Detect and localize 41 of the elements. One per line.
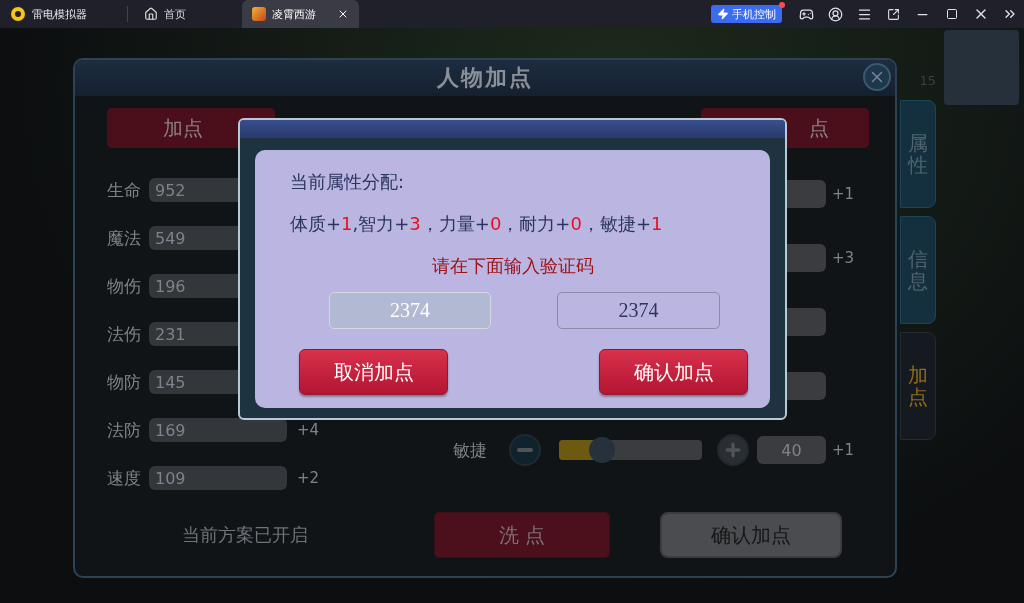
slider-thumb[interactable] [588,437,615,463]
captcha-prompt: 请在下面输入验证码 [431,254,594,278]
allocation-text: 体质+1,智力+3，力量+0，耐力+0，敏捷+1 [290,212,664,236]
close-icon[interactable] [337,8,349,20]
stat-label: 法伤 [107,322,141,346]
stat-bonus: +2 [297,469,320,487]
panel-title: 人物加点 [437,64,533,92]
game-icon [252,7,266,21]
scheme-status: 当前方案已开启 [182,523,309,547]
attribute-bonus: +1 [832,441,855,459]
slider-track[interactable] [559,440,702,460]
stat-label: 物防 [107,370,141,394]
captcha-code: 2374 [329,292,491,329]
reset-points-button[interactable]: 洗 点 [434,512,610,558]
app-name: 雷电模拟器 [32,6,87,22]
attribute-bonus: +1 [832,185,855,203]
stat-label: 生命 [107,178,141,202]
app-logo-icon [10,6,26,22]
phone-control-button[interactable]: 手机控制 [711,5,782,23]
minus-icon [517,448,533,452]
attribute-bonus: +3 [832,249,855,267]
side-tab[interactable]: 加点 [900,332,936,440]
stat-field: 109 [149,466,287,490]
emulator-tab[interactable]: 凌霄西游 [242,0,359,28]
home-icon [144,7,158,21]
allocation-heading: 当前属性分配: [290,170,406,194]
stat-label: 速度 [107,466,141,490]
stat-bonus: +4 [297,421,320,439]
emulator-tab[interactable]: 首页 [134,0,238,28]
lightning-icon [717,8,729,20]
cancel-button[interactable]: 取消加点 [299,349,448,395]
confirm-button[interactable]: 确认加点 [599,349,748,395]
attribute-label: 敏捷 [453,439,487,460]
plus-icon [723,440,743,460]
stat-field: 169 [149,418,287,442]
captcha-input[interactable]: 2374 [557,292,720,329]
stat-label: 魔法 [107,226,141,250]
attribute-value: 40 [757,436,826,464]
close-button[interactable] [863,63,891,91]
stat-label: 法防 [107,418,141,442]
stat-label: 物伤 [107,274,141,298]
